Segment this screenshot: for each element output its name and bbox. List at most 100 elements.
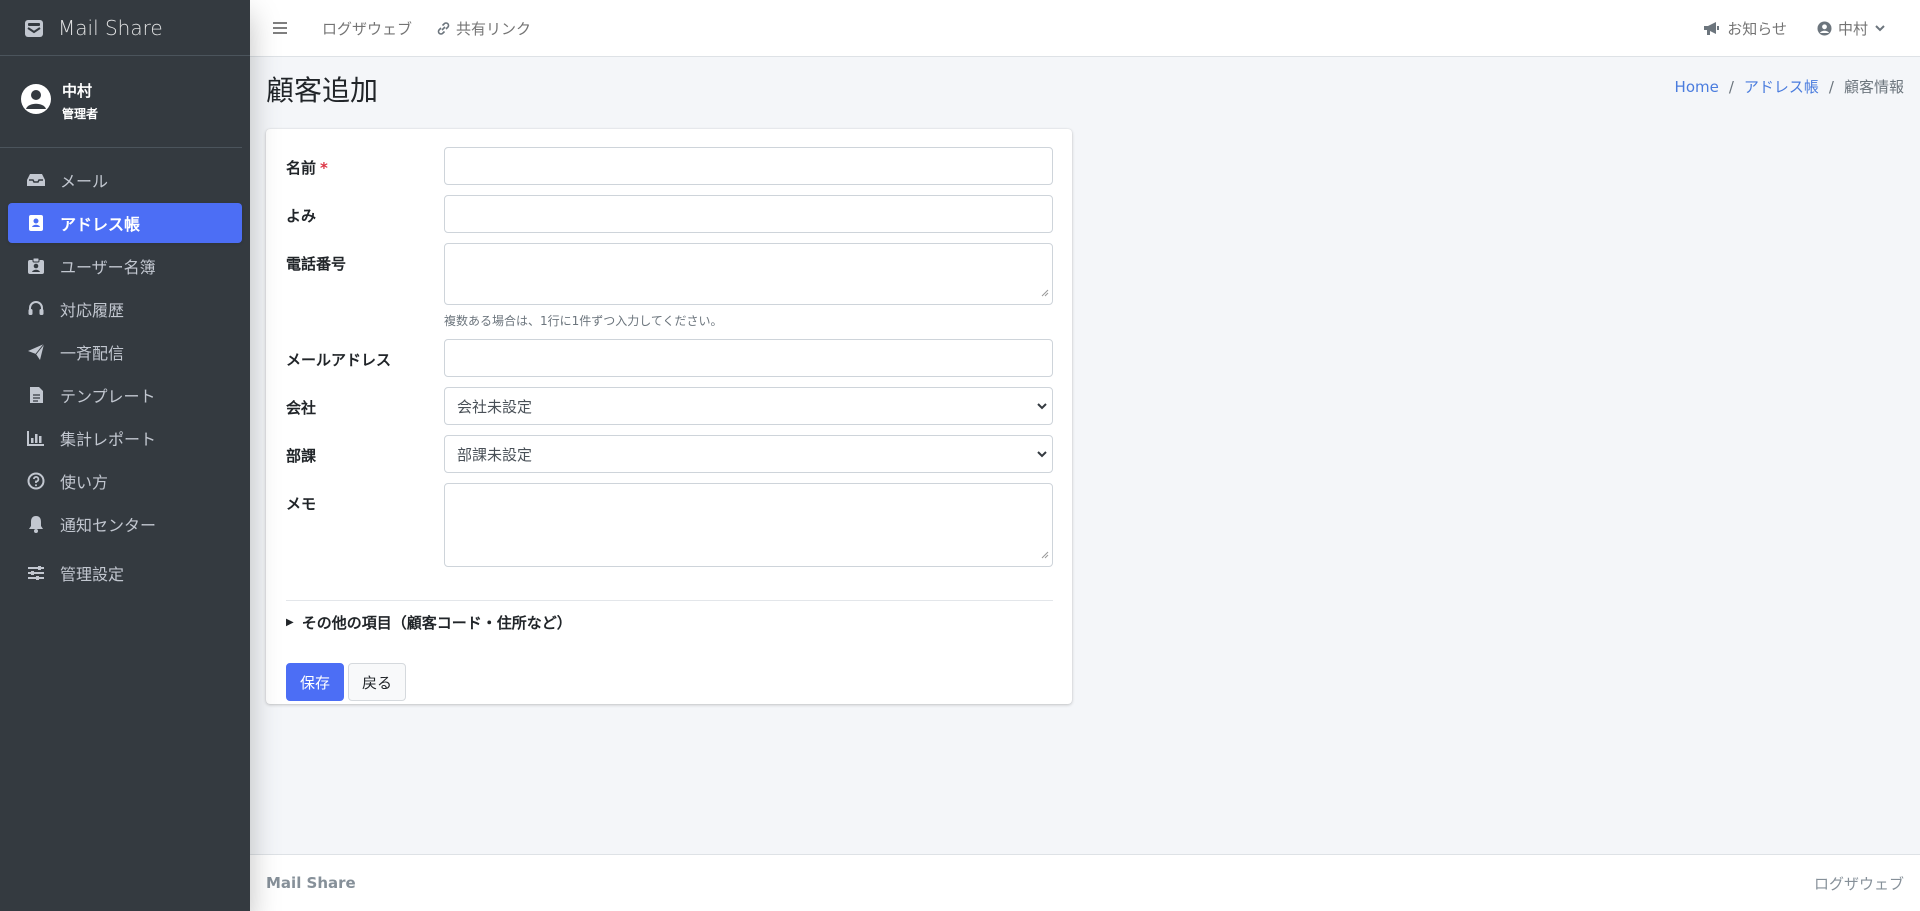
phone-row: 電話番号 複数ある場合は、1行に1件ずつ入力してください。 (286, 243, 1053, 333)
breadcrumb-current: 顧客情報 (1843, 78, 1904, 96)
chevron-down-icon (1036, 450, 1048, 458)
company-label: 会社 (286, 399, 317, 417)
sidebar-item-history[interactable]: 対応履歴 (8, 289, 242, 329)
save-button[interactable]: 保存 (286, 663, 344, 701)
email-label: メールアドレス (286, 351, 392, 369)
breadcrumb-address-book[interactable]: アドレス帳 (1744, 76, 1819, 97)
sidebar-nav: メール アドレス帳 ユーザー名簿 対応履歴 一斉配信 テンプレート 集計レポート (0, 148, 250, 593)
user-role: 管理者 (62, 107, 99, 121)
caret-right-icon: ▶ (286, 617, 294, 628)
sidebar-item-label: アドレス帳 (60, 215, 141, 234)
chevron-down-icon (1875, 25, 1885, 32)
dept-label: 部課 (286, 447, 317, 465)
sidebar-item-template[interactable]: テンプレート (8, 375, 242, 415)
bell-icon (26, 514, 46, 534)
nav-link-label: 共有リンク (456, 19, 532, 38)
link-icon (436, 21, 451, 36)
sidebar-item-label: 通知センター (60, 516, 157, 535)
sidebar-item-label: ユーザー名簿 (60, 258, 156, 277)
resize-grip-icon (1041, 545, 1049, 563)
customer-form-card: 名前 * よみ 電話番号 複数ある場合は、1行に1件ずつ入力してください。 メール… (266, 129, 1072, 704)
phone-label: 電話番号 (286, 255, 347, 273)
inbox-icon (26, 170, 46, 190)
breadcrumb-separator: / (1728, 77, 1734, 96)
sidebar-item-label: 管理設定 (60, 565, 125, 584)
form-divider (286, 600, 1053, 601)
company-row: 会社 会社未設定 (286, 387, 1053, 425)
top-navbar: ログザウェブ 共有リンク お知らせ 中村 (250, 0, 1920, 57)
user-circle-icon (19, 82, 53, 116)
sidebar-item-label: 一斉配信 (60, 344, 125, 363)
user-menu-label: 中村 (1837, 20, 1868, 38)
nav-link-label: ログザウェブ (322, 19, 413, 38)
bullhorn-icon (1703, 21, 1720, 36)
back-button[interactable]: 戻る (348, 663, 406, 701)
sidebar-item-label: 対応履歴 (60, 301, 125, 320)
sidebar-item-label: メール (60, 172, 109, 191)
name-input[interactable] (444, 147, 1053, 185)
memo-row: メモ (286, 483, 1053, 567)
brand-text: Mail Share (58, 15, 163, 40)
user-circle-icon (1817, 21, 1832, 36)
more-fields-toggle[interactable]: ▶ その他の項目（顧客コード・住所など） (286, 612, 572, 633)
resize-grip-icon (1041, 283, 1049, 301)
email-input[interactable] (444, 339, 1053, 377)
notice-link[interactable]: お知らせ (1689, 0, 1803, 57)
notice-label: お知らせ (1727, 20, 1787, 38)
breadcrumb-separator: / (1828, 77, 1834, 96)
name-row: 名前 * (286, 147, 1053, 185)
footer-company: ログザウェブ (1813, 874, 1904, 893)
content-wrapper: 顧客追加 Home / アドレス帳 / 顧客情報 名前 * よみ 電話番号 複数あ… (250, 57, 1920, 854)
sidebar-item-label: 集計レポート (60, 430, 157, 449)
dept-row: 部課 部課未設定 (286, 435, 1053, 473)
address-book-icon (26, 213, 46, 233)
sidebar-item-address-book[interactable]: アドレス帳 (8, 203, 242, 243)
sidebar-item-notification-center[interactable]: 通知センター (8, 504, 242, 544)
required-mark: * (320, 159, 328, 177)
yomi-input[interactable] (444, 195, 1053, 233)
dept-select-value: 部課未設定 (457, 445, 533, 464)
more-fields-label: その他の項目（顧客コード・住所など） (301, 614, 572, 632)
sidebar-item-admin-settings[interactable]: 管理設定 (8, 553, 242, 593)
breadcrumb: Home / アドレス帳 / 顧客情報 (1675, 76, 1904, 97)
name-label: 名前 * (286, 159, 328, 177)
chevron-down-icon (1036, 402, 1048, 410)
memo-textarea[interactable] (444, 483, 1053, 567)
paper-plane-icon (26, 342, 46, 362)
file-icon (26, 385, 46, 405)
sidebar-item-help[interactable]: 使い方 (8, 461, 242, 501)
yomi-label: よみ (286, 207, 317, 225)
user-name: 中村 (62, 82, 93, 100)
sidebar-item-label: テンプレート (60, 387, 156, 406)
sliders-icon (26, 563, 46, 583)
sidebar-item-broadcast[interactable]: 一斉配信 (8, 332, 242, 372)
sidebar-item-label: 使い方 (60, 473, 109, 492)
id-badge-icon (26, 256, 46, 276)
dept-select[interactable]: 部課未設定 (444, 435, 1053, 473)
brand-link[interactable]: Mail Share (0, 0, 250, 56)
company-select[interactable]: 会社未設定 (444, 387, 1053, 425)
nav-link-logtheweb[interactable]: ログザウェブ (310, 0, 424, 57)
bar-chart-icon (26, 428, 46, 448)
yomi-row: よみ (286, 195, 1053, 233)
company-select-value: 会社未設定 (457, 397, 533, 416)
memo-label: メモ (286, 495, 317, 513)
footer-brand: Mail Share (266, 874, 356, 892)
user-panel[interactable]: 中村 管理者 (0, 56, 242, 148)
breadcrumb-home[interactable]: Home (1675, 78, 1719, 96)
headset-icon (26, 299, 46, 319)
question-circle-icon (26, 471, 46, 491)
nav-link-shared-link[interactable]: 共有リンク (424, 0, 543, 57)
phone-textarea[interactable] (444, 243, 1053, 305)
navbar-right: お知らせ 中村 (1689, 0, 1920, 57)
envelope-box-icon (22, 16, 46, 40)
sidebar: Mail Share 中村 管理者 メール アドレス帳 ユーザー名簿 対応履歴 (0, 0, 250, 911)
email-row: メールアドレス (286, 339, 1053, 377)
page-title: 顧客追加 (266, 74, 379, 107)
phone-help-text: 複数ある場合は、1行に1件ずつ入力してください。 (444, 314, 723, 328)
sidebar-item-user-directory[interactable]: ユーザー名簿 (8, 246, 242, 286)
sidebar-item-report[interactable]: 集計レポート (8, 418, 242, 458)
sidebar-item-mail[interactable]: メール (8, 160, 242, 200)
hamburger-menu-icon[interactable] (250, 0, 310, 57)
user-menu-dropdown[interactable]: 中村 (1803, 0, 1906, 57)
